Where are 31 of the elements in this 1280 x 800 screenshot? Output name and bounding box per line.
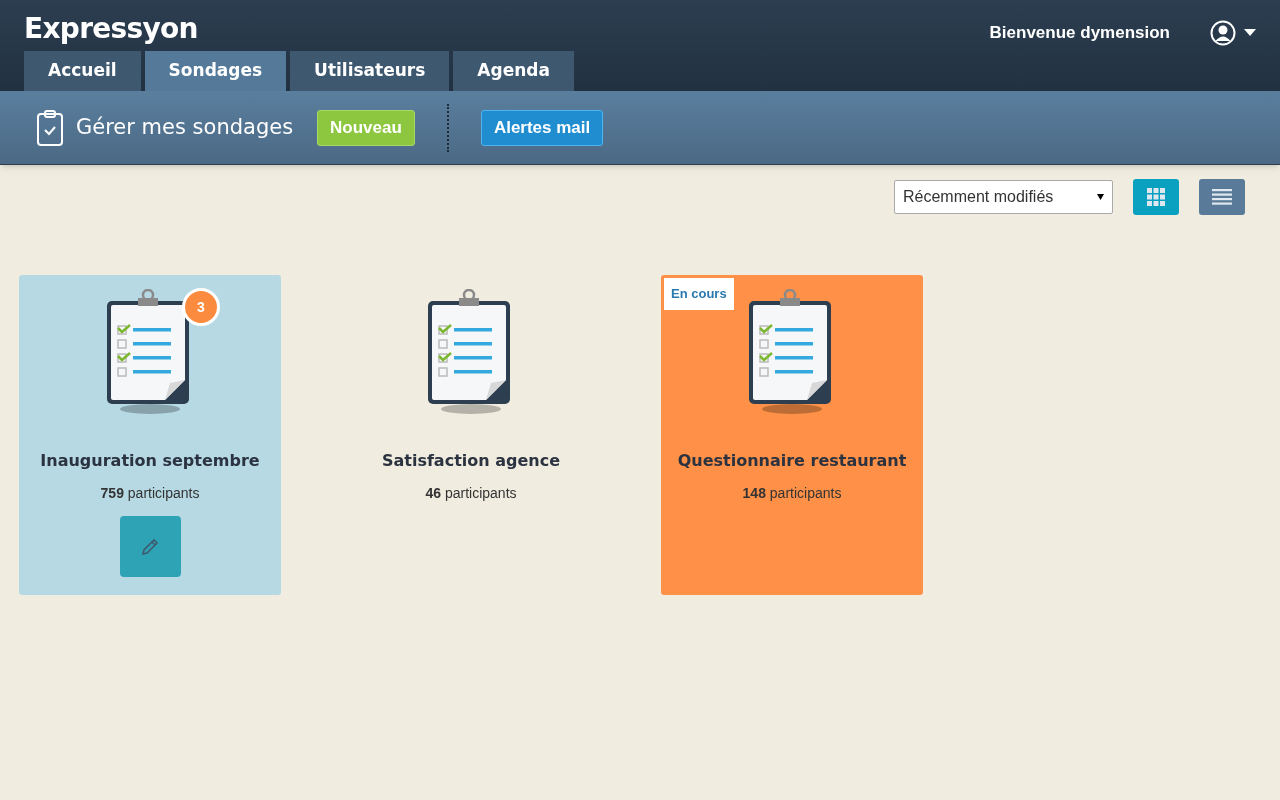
list-view-icon [1212, 189, 1232, 205]
sort-select[interactable]: Récemment modifiés [894, 180, 1113, 214]
list-view-button[interactable] [1199, 179, 1245, 215]
user-avatar-icon [1210, 20, 1236, 46]
survey-title: Satisfaction agence [381, 450, 561, 472]
participants-count: 148 participants [742, 484, 842, 503]
edit-button[interactable] [119, 516, 181, 577]
status-label: En cours [664, 278, 734, 310]
grid-view-button[interactable] [1133, 179, 1179, 215]
app-title: Expressyon [24, 11, 198, 47]
nav-tab[interactable]: Accueil [24, 51, 141, 91]
survey-card[interactable]: 3 Inauguration septembre 759 participants [19, 275, 281, 595]
dropdown-caret-icon [1097, 194, 1104, 200]
welcome-text: Bienvenue dymension [989, 22, 1170, 45]
survey-card[interactable]: Satisfaction agence 46 participants [340, 275, 602, 595]
grid-view-icon [1147, 188, 1165, 206]
mail-alerts-button[interactable]: Alertes mail [480, 109, 604, 146]
survey-title: Questionnaire restaurant [677, 450, 907, 472]
count-badge: 3 [182, 288, 220, 326]
caret-icon [1244, 29, 1256, 37]
nav-tab[interactable]: Utilisateurs [290, 51, 450, 91]
nav-tab[interactable]: Sondages [144, 51, 287, 91]
user-menu-button[interactable] [1210, 20, 1256, 46]
clipboard-icon [36, 108, 64, 147]
participants-count: 759 participants [100, 484, 200, 503]
pencil-icon [141, 537, 159, 556]
nav-tab[interactable]: Agenda [453, 51, 574, 91]
page-title: Gérer mes sondages [76, 113, 294, 141]
participants-count: 46 participants [425, 484, 517, 503]
survey-card[interactable]: En cours Questionnaire restaurant 148 participants [661, 275, 923, 595]
survey-title: Inauguration septembre [40, 450, 260, 472]
